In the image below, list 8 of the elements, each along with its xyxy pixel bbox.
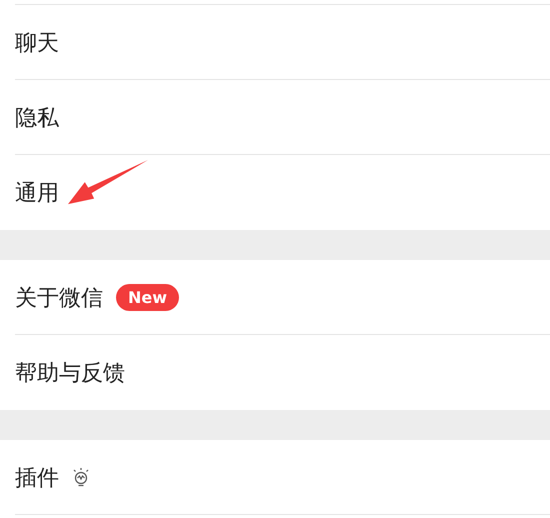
new-badge: New [116, 284, 180, 311]
settings-item[interactable]: 关于微信 [15, 282, 103, 312]
settings-item[interactable]: 通用 [15, 178, 59, 208]
settings-item[interactable]: 聊天 [15, 28, 59, 58]
settings-item[interactable]: 帮助与反馈 [15, 358, 125, 388]
settings-item[interactable]: 插件 [15, 462, 59, 492]
lightbulb-icon [71, 466, 91, 488]
settings-item[interactable]: 隐私 [15, 102, 59, 132]
